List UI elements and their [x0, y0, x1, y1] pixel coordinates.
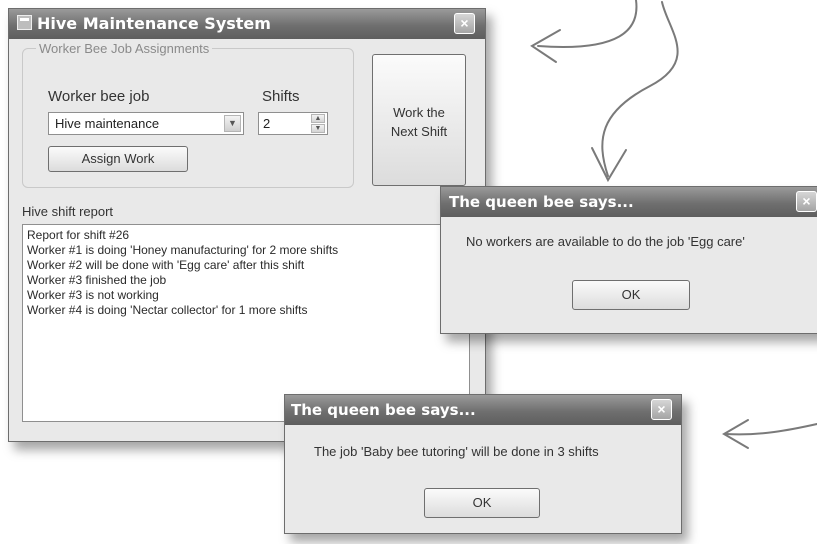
close-icon[interactable]: ×: [796, 191, 817, 212]
dialog1-titlebar[interactable]: The queen bee says...: [441, 187, 817, 217]
report-line: Worker #1 is doing 'Honey manufacturing'…: [27, 243, 339, 257]
dialog1-title: The queen bee says...: [449, 193, 634, 211]
work-next-line2: Next Shift: [390, 124, 448, 139]
shifts-stepper[interactable]: 2 ▲ ▼: [258, 112, 328, 135]
report-line: Report for shift #26: [27, 228, 130, 242]
report-line: Worker #3 finished the job: [27, 273, 167, 287]
main-window-titlebar[interactable]: Hive Maintenance System: [9, 9, 485, 39]
hive-shift-report-label: Hive shift report: [22, 204, 114, 219]
chevron-down-icon[interactable]: ▼: [224, 115, 241, 132]
arrow-to-main-window: [537, 0, 638, 48]
shifts-value: 2: [263, 116, 271, 131]
arrow-to-dialog2: [725, 423, 817, 436]
report-line: Worker #3 is not working: [27, 288, 159, 302]
spin-up-icon[interactable]: ▲: [311, 114, 325, 123]
worker-bee-job-select[interactable]: Hive maintenance ▼: [48, 112, 244, 135]
dialog2-ok-button[interactable]: OK: [424, 488, 540, 518]
arrowhead-main-window: [530, 29, 561, 63]
shifts-label: Shifts: [262, 88, 300, 105]
main-window-title: Hive Maintenance System: [37, 14, 271, 33]
worker-bee-job-label: Worker bee job: [48, 88, 150, 105]
assign-work-button[interactable]: Assign Work: [48, 146, 188, 172]
work-next-shift-button[interactable]: Work the Next Shift: [372, 54, 466, 186]
work-next-line1: Work the: [393, 105, 445, 120]
hive-shift-report-textbox[interactable]: Report for shift #26 Worker #1 is doing …: [22, 224, 470, 422]
dialog2-titlebar[interactable]: The queen bee says...: [285, 395, 681, 425]
spin-down-icon[interactable]: ▼: [311, 124, 325, 133]
dialog2-message: The job 'Baby bee tutoring' will be done…: [314, 444, 599, 459]
dialog1-ok-button[interactable]: OK: [572, 280, 690, 310]
app-icon: [17, 15, 32, 30]
queen-bee-dialog-1: The queen bee says... ×: [440, 186, 817, 334]
close-icon[interactable]: ×: [651, 399, 672, 420]
arrowhead-dialog1: [591, 147, 627, 183]
arrow-to-dialog1: [601, 1, 679, 177]
report-line: Worker #4 is doing 'Nectar collector' fo…: [27, 303, 308, 317]
close-icon[interactable]: ×: [454, 13, 475, 34]
job-selected-value: Hive maintenance: [55, 116, 160, 131]
dialog2-ok-label: OK: [472, 495, 492, 510]
dialog1-message: No workers are available to do the job '…: [466, 234, 745, 249]
group-title: Worker Bee Job Assignments: [36, 41, 213, 56]
assign-work-label: Assign Work: [81, 151, 155, 166]
dialog1-ok-label: OK: [621, 287, 641, 302]
arrowhead-dialog2: [722, 419, 749, 449]
dialog2-title: The queen bee says...: [291, 401, 476, 419]
report-line: Worker #2 will be done with 'Egg care' a…: [27, 258, 305, 272]
